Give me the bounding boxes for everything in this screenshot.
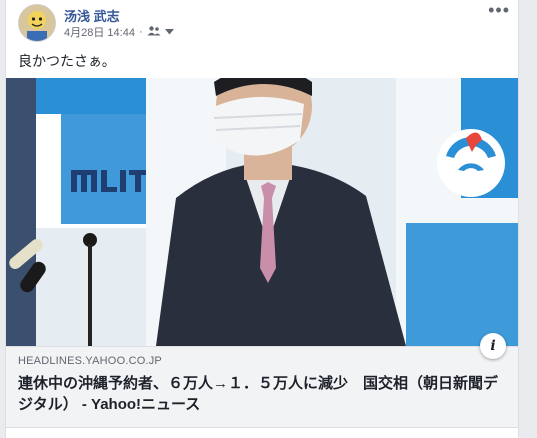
post-date[interactable]: 4月28日 14:44 <box>64 24 135 40</box>
more-options-button[interactable]: ••• <box>488 0 510 21</box>
info-icon[interactable]: i <box>480 333 506 359</box>
post-footer <box>6 427 518 438</box>
avatar[interactable] <box>18 4 56 42</box>
link-title[interactable]: 連休中の沖縄予約者、６万人→１．５万人に減少 国交相（朝日新聞デジタル） - Y… <box>18 373 508 415</box>
meta-separator: · <box>138 26 143 38</box>
post-meta: 4月28日 14:44 · <box>64 24 174 40</box>
caret-down-icon[interactable] <box>164 26 174 38</box>
post-card: 汤浅 武志 4月28日 14:44 · ••• 良かつたさぁ。 i HEADLI… <box>5 0 519 438</box>
friends-icon[interactable] <box>147 25 161 39</box>
link-preview-image[interactable] <box>6 78 518 346</box>
link-domain: HEADLINES.YAHOO.CO.JP <box>18 355 162 367</box>
author-name[interactable]: 汤浅 武志 <box>64 6 120 25</box>
post-text: 良かつたさぁ。 <box>18 53 116 69</box>
ministry-emblem <box>437 129 505 197</box>
link-preview-box[interactable]: i HEADLINES.YAHOO.CO.JP 連休中の沖縄予約者、６万人→１．… <box>6 333 518 427</box>
press-conference-photo <box>6 78 518 346</box>
